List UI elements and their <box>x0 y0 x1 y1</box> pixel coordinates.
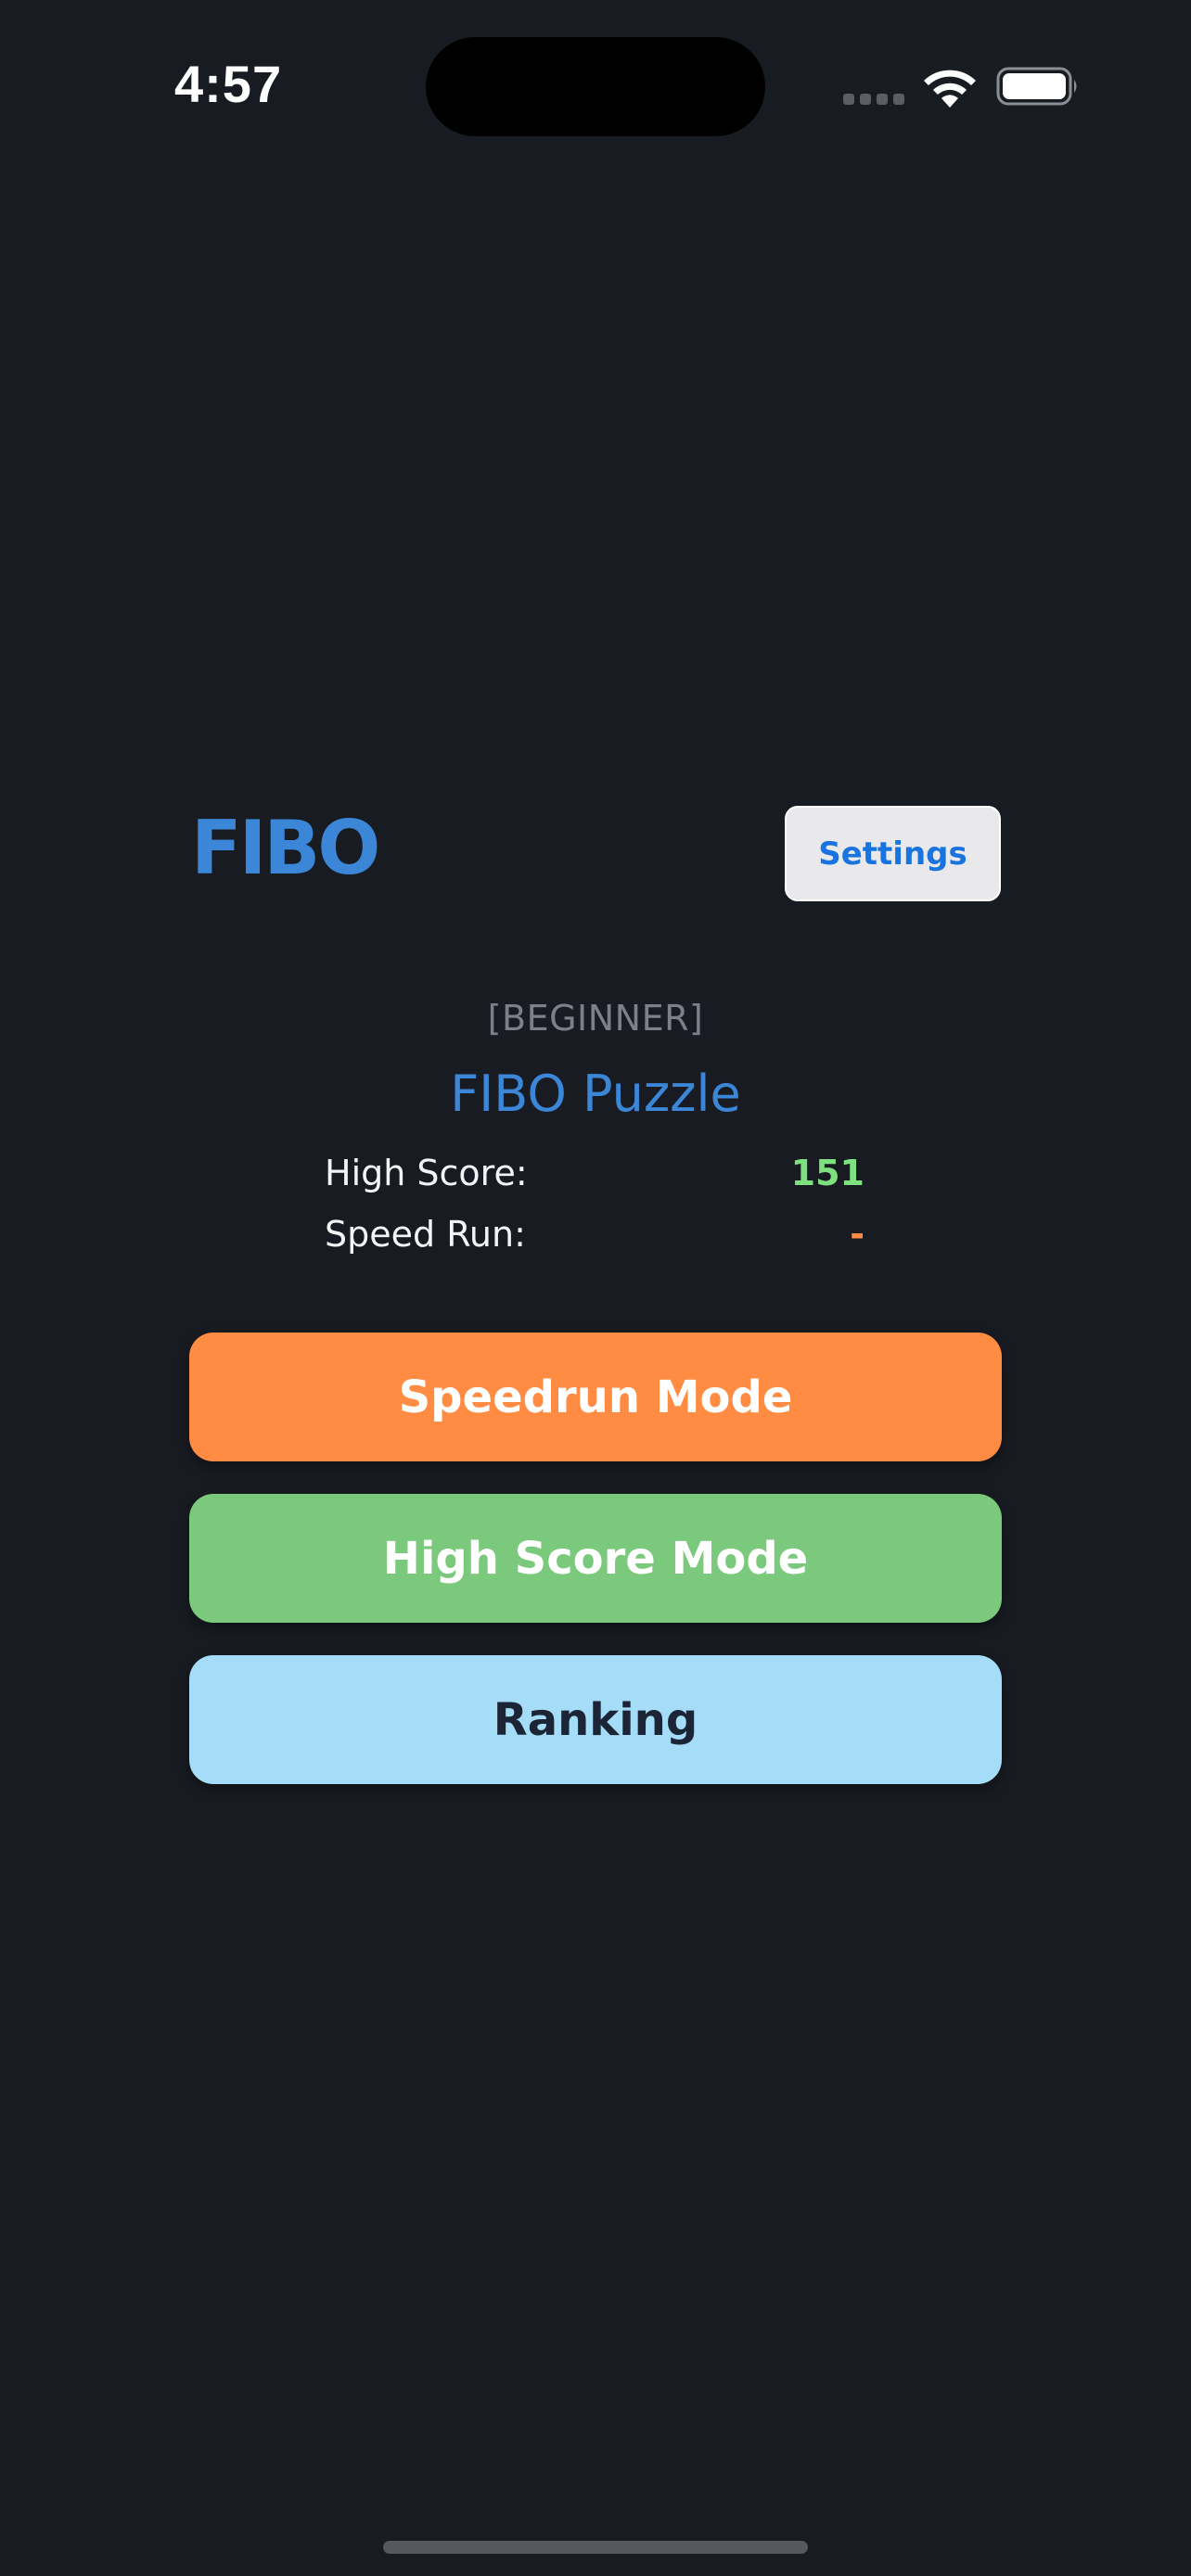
status-time: 4:57 <box>174 55 283 113</box>
speed-run-label: Speed Run: <box>325 1214 526 1255</box>
speed-run-value: - <box>850 1214 864 1255</box>
high-score-value: 151 <box>790 1153 864 1193</box>
wifi-icon <box>924 70 976 108</box>
home-indicator[interactable] <box>383 2541 808 2554</box>
ranking-button[interactable]: Ranking <box>189 1655 1002 1784</box>
battery-icon <box>996 67 1077 106</box>
speedrun-mode-button[interactable]: Speedrun Mode <box>189 1333 1002 1461</box>
difficulty-label: [BEGINNER] <box>487 998 704 1039</box>
high-score-mode-button[interactable]: High Score Mode <box>189 1494 1002 1623</box>
settings-button[interactable]: Settings <box>785 806 1001 901</box>
high-score-label: High Score: <box>325 1153 528 1193</box>
app-logo: FIBO <box>191 805 380 891</box>
cellular-signal-icon <box>843 94 904 105</box>
game-title: FIBO Puzzle <box>450 1065 741 1123</box>
status-bar: 4:57 <box>0 0 1191 176</box>
dynamic-island <box>426 37 765 136</box>
